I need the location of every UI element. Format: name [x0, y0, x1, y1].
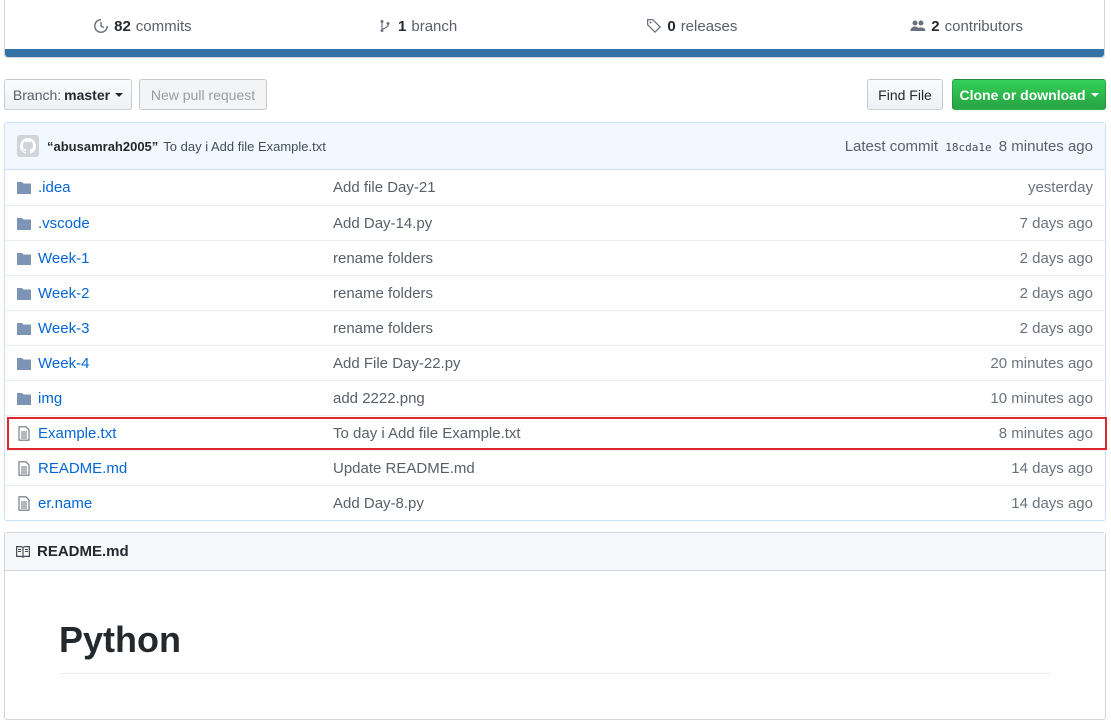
caret-down-icon: [1090, 92, 1099, 97]
releases-label: releases: [680, 17, 738, 35]
commit-author[interactable]: “abusamrah2005”: [47, 139, 158, 154]
file-commit-message[interactable]: To day i Add file Example.txt: [333, 425, 521, 442]
file-icon: [18, 426, 30, 441]
readme-filename: README.md: [37, 543, 129, 560]
file-list: .idea Add file Day-21 yesterday .vscode Add …: [5, 170, 1107, 520]
folder-icon: [17, 218, 31, 230]
file-row: .idea Add file Day-21 yesterday: [5, 170, 1105, 205]
file-name-link[interactable]: .vscode: [38, 215, 90, 232]
branch-icon: [380, 20, 390, 32]
file-name-link[interactable]: README.md: [38, 460, 127, 477]
file-name-link[interactable]: Week-1: [38, 250, 89, 267]
commits-count: 82: [114, 17, 131, 35]
folder-icon: [17, 393, 31, 405]
file-icon: [18, 496, 30, 511]
branch-label: branch: [411, 17, 458, 35]
readme-heading: Python: [59, 619, 1051, 674]
file-icon: [18, 461, 30, 476]
file-commit-age: 10 minutes ago: [990, 389, 1093, 407]
branch-prefix: Branch:: [12, 86, 62, 103]
file-row: Week-4 Add File Day-22.py 20 minutes ago: [5, 345, 1105, 380]
file-commit-message[interactable]: Add file Day-21: [333, 179, 436, 196]
folder-icon: [17, 253, 31, 265]
file-commit-message[interactable]: rename folders: [333, 285, 433, 302]
file-row: README.md Update README.md 14 days ago: [5, 450, 1105, 485]
file-row: .vscode Add Day-14.py 7 days ago: [5, 205, 1105, 240]
file-name-link[interactable]: Example.txt: [38, 425, 116, 442]
folder-icon: [17, 288, 31, 300]
releases-count: 0: [667, 17, 676, 35]
commits-label: commits: [135, 17, 192, 35]
folder-icon: [17, 182, 31, 194]
file-row: Week-3 rename folders 2 days ago: [5, 310, 1105, 345]
releases-link[interactable]: 0 releases: [555, 18, 830, 35]
people-icon: [910, 20, 926, 31]
repo-summary: 82 commits 1 branch 0 releases 2 contrib…: [4, 0, 1105, 58]
file-row: img add 2222.png 10 minutes ago: [5, 380, 1105, 415]
file-name-link[interactable]: .idea: [38, 179, 71, 196]
book-icon: [16, 545, 30, 558]
file-row: Example.txt To day i Add file Example.txt…: [5, 415, 1107, 450]
contributors-count: 2: [931, 17, 940, 35]
file-commit-message[interactable]: rename folders: [333, 250, 433, 267]
latest-commit-info: Latest commit 18cda1e 8 minutes ago: [845, 138, 1093, 155]
file-commit-message[interactable]: Add Day-14.py: [333, 215, 432, 232]
history-icon: [94, 19, 109, 33]
commit-sha[interactable]: 18cda1e: [945, 141, 991, 154]
file-row: Week-2 rename folders 2 days ago: [5, 275, 1105, 310]
file-table: “abusamrah2005” To day i Add file Exampl…: [4, 122, 1107, 521]
file-commit-message[interactable]: rename folders: [333, 320, 433, 337]
file-commit-message[interactable]: Add File Day-22.py: [333, 355, 461, 372]
readme-header: README.md: [5, 533, 1105, 571]
file-commit-age: 14 days ago: [1011, 494, 1093, 512]
file-commit-age: yesterday: [1027, 179, 1093, 196]
octocat-icon: [20, 138, 36, 154]
branch-name: master: [64, 86, 111, 103]
file-commit-age: 8 minutes ago: [998, 424, 1093, 442]
avatar[interactable]: [17, 135, 39, 157]
file-name-link[interactable]: Week-4: [38, 355, 89, 372]
file-commit-age: 20 minutes ago: [990, 354, 1093, 372]
commit-age: 8 minutes ago: [998, 137, 1093, 155]
tag-icon: [647, 19, 662, 33]
folder-icon: [17, 358, 31, 370]
readme-panel: README.md Python: [4, 532, 1106, 720]
branch-select-button[interactable]: Branch: master: [4, 79, 132, 110]
caret-down-icon: [115, 92, 124, 97]
file-name-link[interactable]: er.name: [38, 495, 92, 512]
branch-count: 1: [398, 17, 407, 35]
clone-download-button[interactable]: Clone or download: [952, 79, 1106, 110]
latest-commit-bar: “abusamrah2005” To day i Add file Exampl…: [5, 123, 1105, 170]
commit-message[interactable]: To day i Add file Example.txt: [163, 139, 326, 154]
file-commit-age: 14 days ago: [1011, 459, 1093, 477]
contributors-label: contributors: [944, 17, 1023, 35]
file-name-link[interactable]: Week-2: [38, 285, 89, 302]
file-commit-message[interactable]: add 2222.png: [333, 390, 425, 407]
file-commit-age: 2 days ago: [1019, 284, 1093, 302]
contributors-link[interactable]: 2 contributors: [829, 18, 1104, 35]
file-commit-age: 7 days ago: [1019, 214, 1093, 232]
file-row: er.name Add Day-8.py 14 days ago: [5, 485, 1105, 520]
file-commit-message[interactable]: Add Day-8.py: [333, 495, 424, 512]
new-pull-request-button[interactable]: New pull request: [139, 79, 267, 110]
file-name-link[interactable]: img: [38, 390, 62, 407]
file-commit-age: 2 days ago: [1019, 249, 1093, 267]
branches-link[interactable]: 1 branch: [280, 18, 555, 35]
file-commit-message[interactable]: Update README.md: [333, 460, 475, 477]
latest-commit-label: Latest commit: [844, 137, 939, 155]
folder-icon: [17, 323, 31, 335]
readme-body: Python: [5, 571, 1105, 674]
find-file-button[interactable]: Find File: [867, 79, 943, 110]
file-commit-age: 2 days ago: [1019, 319, 1093, 337]
file-row: Week-1 rename folders 2 days ago: [5, 240, 1105, 275]
commits-link[interactable]: 82 commits: [5, 18, 280, 35]
language-bar: [5, 49, 1104, 57]
file-name-link[interactable]: Week-3: [38, 320, 89, 337]
clone-label: Clone or download: [959, 86, 1086, 103]
